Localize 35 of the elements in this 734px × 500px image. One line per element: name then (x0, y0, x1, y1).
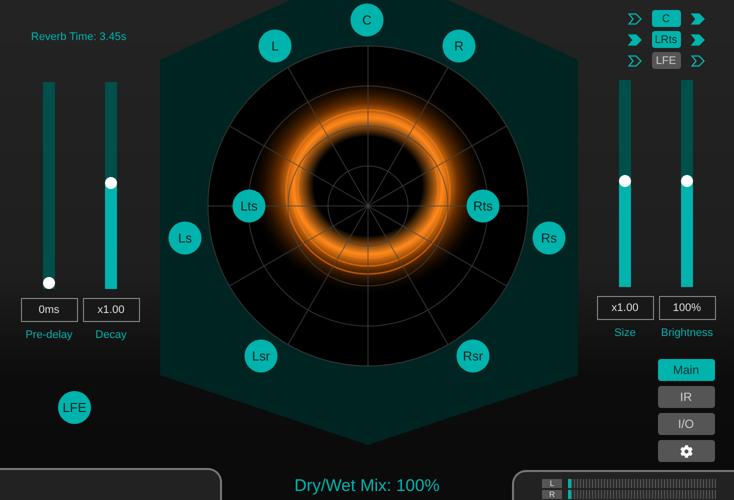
slider-label: Pre-delay (25, 329, 73, 341)
chevron-icon[interactable] (628, 34, 642, 46)
crosstalk-channel-button[interactable]: LFE (652, 52, 680, 69)
dry-wet-mix-label[interactable]: Dry/Wet Mix: 100% (222, 476, 512, 496)
slider-track[interactable] (619, 80, 631, 287)
settings-button[interactable] (658, 440, 714, 462)
slider-label: Decay (95, 329, 127, 341)
slider-label: Brightness (661, 327, 713, 339)
value-field[interactable]: x1.00 (82, 298, 140, 322)
slider-label: Size (614, 327, 636, 339)
slider-track[interactable] (681, 80, 693, 287)
value-field[interactable]: 0ms (20, 298, 78, 322)
nav-button[interactable]: IR (658, 386, 714, 408)
slider-thumb[interactable] (105, 177, 117, 190)
chevron-icon[interactable] (690, 12, 704, 24)
channel-label: R (542, 490, 562, 499)
nav-button[interactable]: Main (658, 359, 714, 381)
slider-thumb[interactable] (681, 175, 693, 188)
settings-icon (680, 444, 692, 458)
lfe-speaker-button[interactable]: LFE (58, 391, 91, 424)
reverb-time-label: Reverb Time: 3.45s (31, 31, 126, 43)
chevron-icon[interactable] (628, 54, 642, 66)
slider-track[interactable] (105, 82, 117, 289)
chevron-icon[interactable] (690, 54, 704, 66)
chevron-icon[interactable] (690, 34, 704, 46)
nav-button[interactable]: I/O (658, 413, 714, 435)
slider-thumb[interactable] (619, 175, 631, 188)
channel-label: L (542, 479, 562, 488)
value-field[interactable]: 100% (658, 296, 716, 320)
crosstalk-channel-button[interactable]: LRts (652, 31, 680, 48)
slider-track[interactable] (43, 82, 55, 289)
value-field[interactable]: x1.00 (596, 296, 654, 320)
crosstalk-channel-button[interactable]: C (652, 10, 680, 27)
chevron-icon[interactable] (628, 12, 642, 24)
slider-thumb[interactable] (43, 277, 55, 289)
